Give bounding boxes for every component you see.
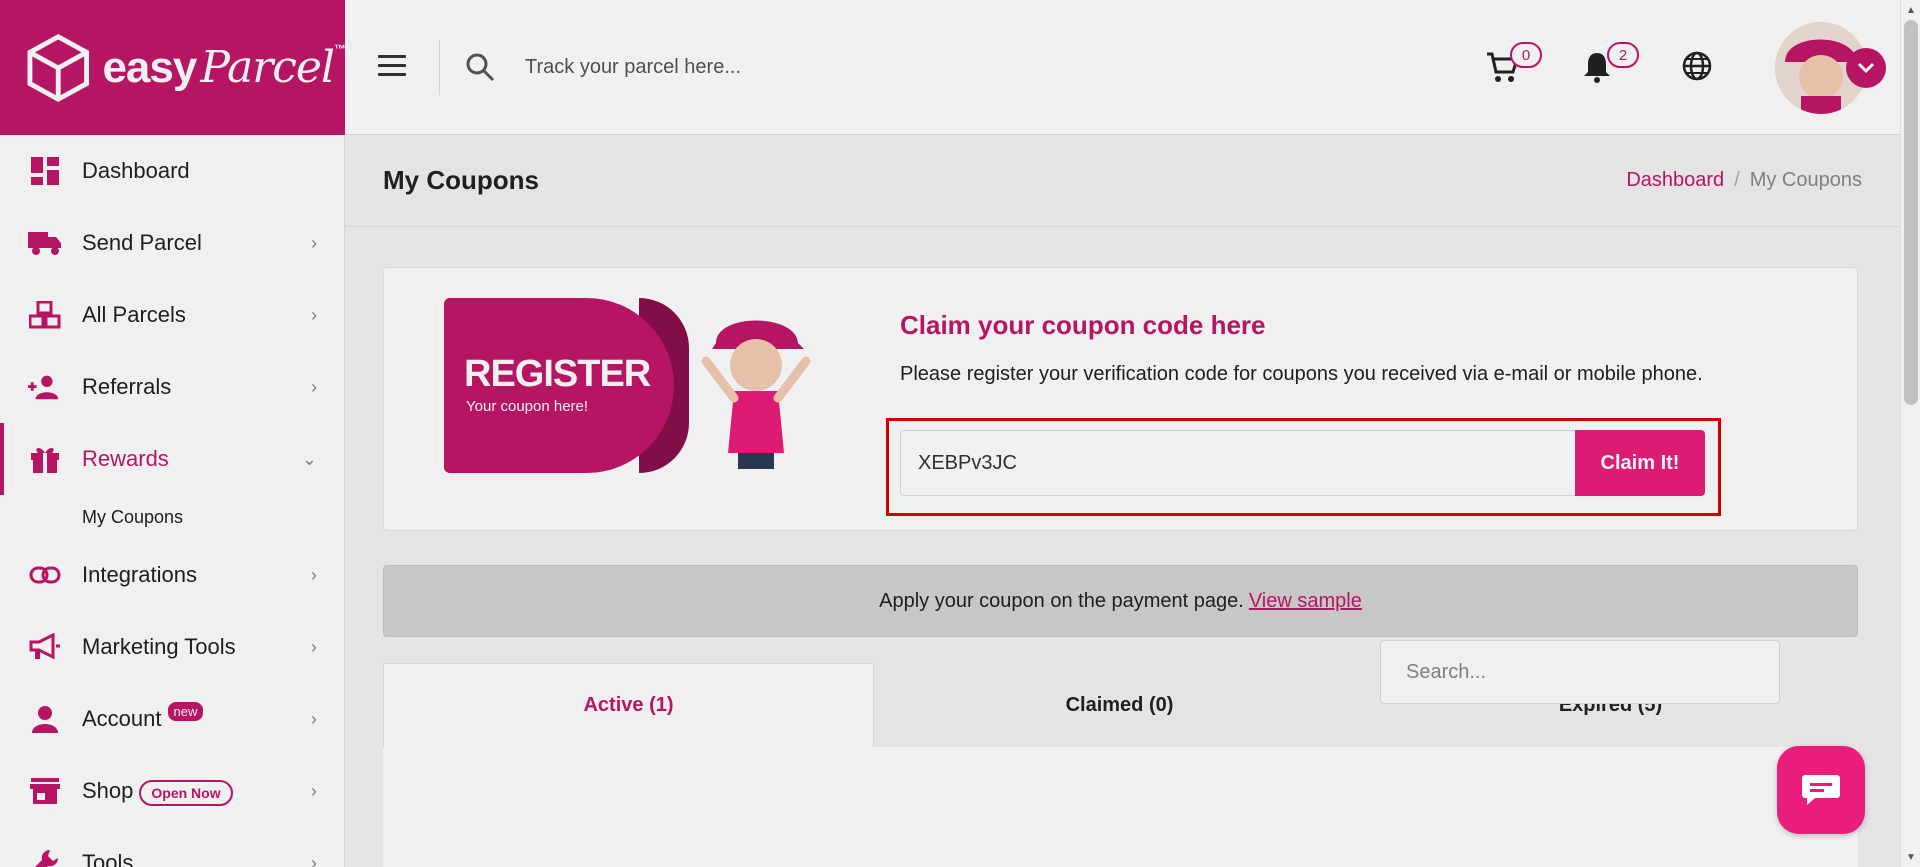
scrollbar-thumb[interactable]	[1904, 20, 1918, 405]
view-sample-link[interactable]: View sample	[1249, 590, 1362, 613]
breadcrumb: Dashboard / My Coupons	[1626, 169, 1862, 192]
sidebar-item-account[interactable]: Account new ›	[0, 683, 345, 755]
main-content: My Coupons Dashboard / My Coupons REGISTER…	[345, 135, 1900, 867]
page-header: My Coupons Dashboard / My Coupons	[345, 135, 1900, 227]
sidebar-item-dashboard[interactable]: Dashboard	[0, 135, 345, 207]
coupon-list-area	[383, 747, 1858, 867]
megaphone-icon	[28, 630, 62, 664]
banner-title: REGISTER	[464, 353, 651, 395]
banner-subtitle: Your coupon here!	[466, 398, 589, 415]
page-scrollbar[interactable]: ▲ ▼	[1900, 0, 1920, 867]
sidebar-item-referrals[interactable]: Referrals ›	[0, 351, 345, 423]
breadcrumb-separator: /	[1734, 169, 1740, 191]
header-divider	[439, 40, 440, 95]
sidebar-item-all-parcels[interactable]: All Parcels ›	[0, 279, 345, 351]
breadcrumb-dashboard-link[interactable]: Dashboard	[1626, 169, 1724, 191]
sidebar-item-marketing-tools[interactable]: Marketing Tools ›	[0, 611, 345, 683]
chevron-right-icon: ›	[311, 304, 317, 325]
chevron-down-icon	[1857, 62, 1875, 74]
wrench-icon	[28, 846, 62, 867]
brand-name: easyParcel™	[102, 42, 346, 93]
notification-count-badge: 2	[1607, 42, 1639, 68]
sidebar-item-label: Dashboard	[82, 158, 190, 183]
claim-description: Please register your verification code f…	[900, 363, 1703, 385]
tab-active[interactable]: Active (1)	[383, 663, 874, 747]
cart-count-badge: 0	[1510, 42, 1542, 68]
sidebar-item-label: Tools	[82, 850, 134, 867]
scroll-up-icon[interactable]: ▲	[1901, 0, 1920, 20]
chevron-right-icon: ›	[311, 564, 317, 585]
chevron-right-icon: ›	[311, 852, 317, 867]
new-badge: new	[167, 702, 204, 721]
users-add-icon	[28, 370, 62, 404]
sidebar-nav: Dashboard Send Parcel › All Parcels › Re…	[0, 135, 345, 867]
sidebar-item-send-parcel[interactable]: Send Parcel ›	[0, 207, 345, 279]
mascot-icon	[701, 320, 811, 469]
track-parcel-input[interactable]	[525, 45, 1025, 89]
boxes-icon	[28, 298, 62, 332]
user-icon	[28, 702, 62, 736]
register-banner: REGISTER Your coupon here!	[444, 298, 822, 473]
globe-icon	[1682, 51, 1712, 81]
language-button[interactable]	[1681, 50, 1713, 87]
sidebar-item-rewards[interactable]: Rewards ⌄	[0, 423, 345, 495]
chevron-right-icon: ›	[311, 636, 317, 657]
sidebar-item-tools[interactable]: Tools ›	[0, 827, 345, 867]
dashboard-icon	[28, 154, 62, 188]
chevron-right-icon: ›	[311, 708, 317, 729]
chevron-right-icon: ›	[311, 780, 317, 801]
box-logo-icon	[27, 33, 89, 102]
apply-coupon-text: Apply your coupon on the payment page.	[879, 589, 1244, 612]
sidebar-item-shop[interactable]: Shop Open Now ›	[0, 755, 345, 827]
apply-coupon-info: Apply your coupon on the payment page. Vi…	[383, 565, 1858, 637]
gift-icon	[28, 442, 62, 476]
sidebar-item-label: Marketing Tools	[82, 634, 236, 659]
chevron-down-icon: ⌄	[301, 448, 317, 469]
cart-button[interactable]: 0	[1485, 42, 1542, 89]
store-icon	[28, 774, 62, 808]
truck-icon	[28, 226, 62, 260]
sidebar-item-label: Account new	[82, 702, 311, 732]
claim-heading: Claim your coupon code here	[900, 310, 1266, 340]
brand-logo[interactable]: easyParcel™	[0, 0, 346, 135]
sidebar-subitem-my-coupons[interactable]: My Coupons	[0, 495, 345, 539]
sidebar-item-label: Referrals	[82, 374, 172, 399]
breadcrumb-current: My Coupons	[1749, 169, 1862, 191]
chat-button[interactable]	[1777, 746, 1865, 834]
sidebar: easyParcel™ Dashboard Send Parcel › All …	[0, 0, 346, 867]
sidebar-item-label: Rewards	[82, 446, 169, 471]
chevron-right-icon: ›	[311, 376, 317, 397]
sidebar-item-label: All Parcels	[82, 302, 186, 327]
coupon-search-input[interactable]	[1380, 640, 1780, 704]
menu-toggle-icon[interactable]	[378, 55, 406, 77]
coupon-code-input[interactable]	[900, 430, 1576, 496]
notifications-button[interactable]: 2	[1582, 42, 1639, 89]
chat-icon	[1802, 775, 1840, 805]
claim-coupon-card: REGISTER Your coupon here! Claim your co…	[383, 267, 1858, 531]
sidebar-item-label: Send Parcel	[82, 230, 202, 255]
search-icon	[466, 53, 495, 82]
profile-dropdown-button[interactable]	[1846, 48, 1886, 88]
sidebar-item-label: Integrations	[82, 562, 197, 587]
link-icon	[28, 558, 62, 592]
scroll-down-icon[interactable]: ▼	[1901, 847, 1920, 867]
page-title: My Coupons	[383, 165, 539, 195]
open-now-badge: Open Now	[139, 780, 233, 806]
sidebar-item-label: Shop Open Now	[82, 778, 311, 806]
sidebar-item-integrations[interactable]: Integrations ›	[0, 539, 345, 611]
chevron-right-icon: ›	[311, 232, 317, 253]
tab-claimed[interactable]: Claimed (0)	[874, 663, 1365, 747]
top-header: 0 2	[345, 0, 1920, 135]
claim-button[interactable]: Claim It!	[1575, 430, 1705, 496]
